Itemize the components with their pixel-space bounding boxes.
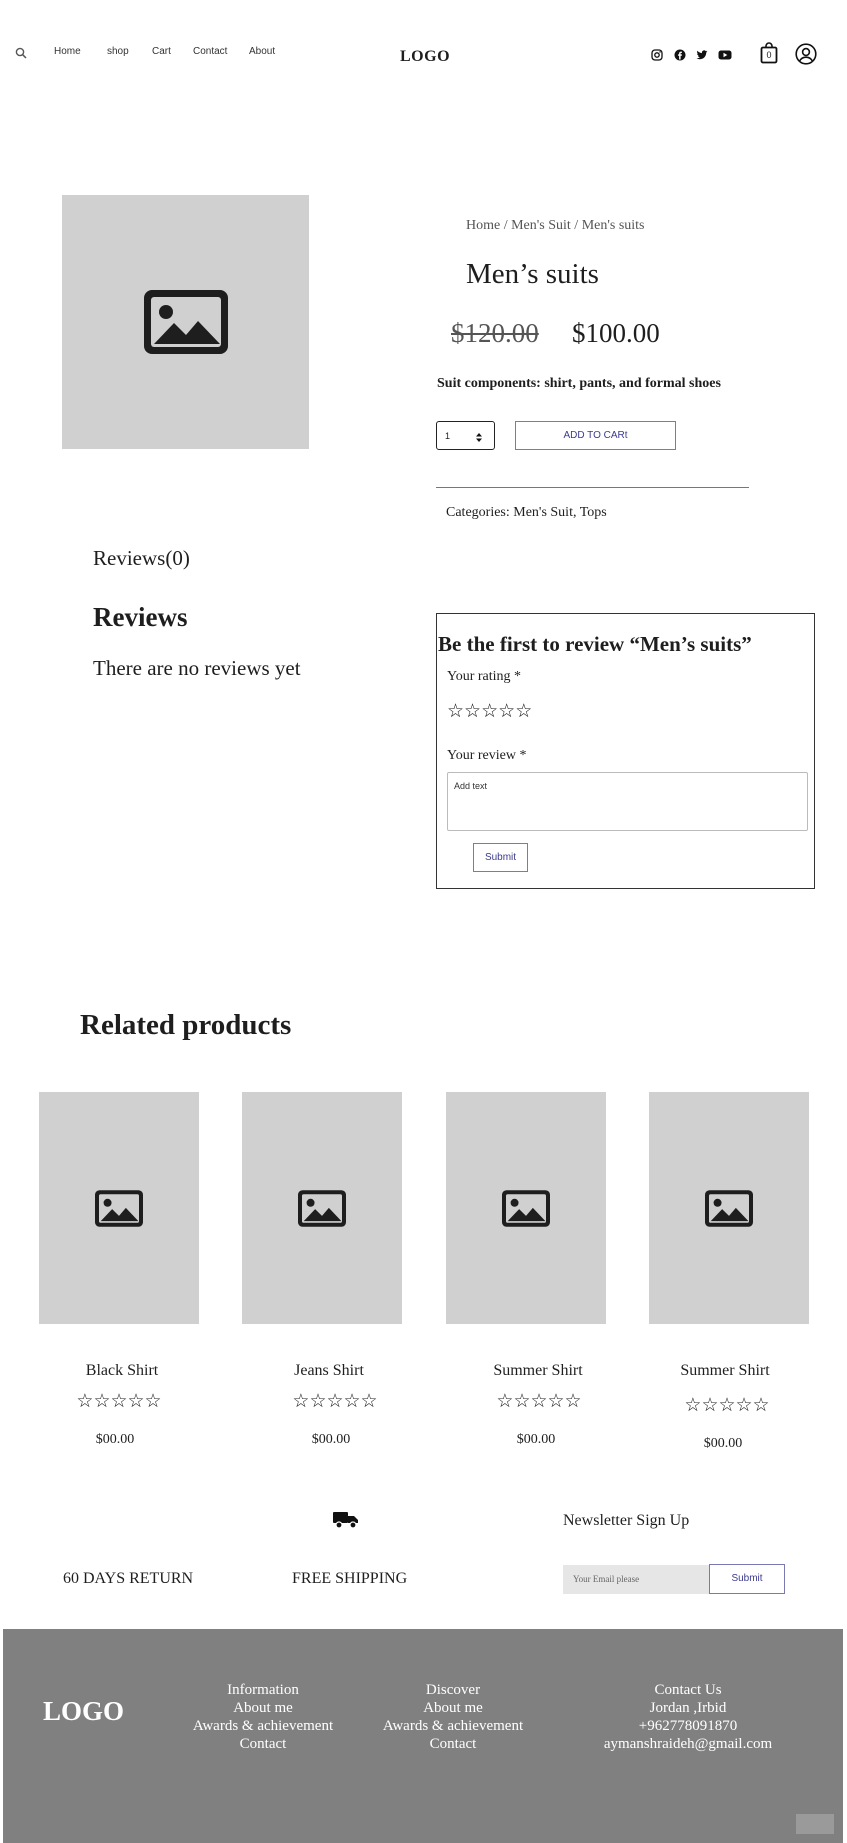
footer-link[interactable]: Information (163, 1681, 363, 1699)
product-card-rating: ☆☆☆☆☆ (684, 1395, 770, 1416)
footer-phone[interactable]: +962778091870 (583, 1717, 793, 1735)
footer-information: Information About me Awards & achievemen… (163, 1681, 363, 1753)
review-submit-button[interactable]: Submit (473, 843, 528, 872)
rating-label: Your rating * (447, 669, 522, 684)
nav-home[interactable]: Home (54, 46, 81, 57)
old-price: $120.00 (451, 318, 539, 348)
star-icon[interactable]: ☆ (464, 701, 481, 722)
star-icon[interactable]: ☆ (447, 701, 464, 722)
truck-icon (332, 1510, 360, 1535)
quantity-stepper[interactable]: 1 (436, 421, 495, 450)
star-icon[interactable]: ☆ (481, 701, 498, 722)
product-description: Suit components: shirt, pants, and forma… (437, 376, 721, 391)
star-icon[interactable]: ☆ (498, 701, 515, 722)
image-placeholder-icon (143, 290, 228, 354)
footer-discover: Discover About me Awards & achievement C… (353, 1681, 553, 1753)
footer-link[interactable]: Discover (353, 1681, 553, 1699)
rating-stars[interactable]: ☆☆☆☆☆ (447, 700, 532, 723)
product-card-image[interactable] (39, 1092, 199, 1324)
user-icon[interactable] (795, 43, 817, 70)
related-heading: Related products (80, 1009, 292, 1041)
image-placeholder-icon (95, 1189, 143, 1227)
instagram-icon[interactable] (651, 48, 663, 61)
divider (436, 487, 749, 488)
product-card-image[interactable] (446, 1092, 606, 1324)
facebook-icon[interactable] (674, 48, 686, 61)
product-card-name[interactable]: Summer Shirt (645, 1362, 805, 1380)
nav-contact[interactable]: Contact (193, 46, 227, 57)
add-to-cart-button[interactable]: ADD TO CARt (515, 421, 676, 450)
feature-shipping: FREE SHIPPING (292, 1570, 408, 1587)
footer-address: Jordan ,Irbid (649, 1700, 727, 1716)
footer-logo[interactable]: LOGO (43, 1696, 124, 1727)
newsletter-title: Newsletter Sign Up (563, 1512, 690, 1529)
footer-link[interactable]: About me (353, 1699, 553, 1717)
product-card-price: $00.00 (311, 1432, 351, 1447)
product-card-name[interactable]: Black Shirt (42, 1362, 202, 1380)
product-card-image[interactable] (649, 1092, 809, 1324)
tab-reviews[interactable]: Reviews(0) (93, 546, 190, 571)
image-placeholder-icon (705, 1189, 753, 1227)
footer-link[interactable]: Awards & achievement (163, 1717, 363, 1735)
product-card-rating: ☆☆☆☆☆ (292, 1391, 378, 1412)
review-form: Be the first to review “Men’s suits” You… (436, 613, 815, 889)
newsletter-submit-button[interactable]: Submit (709, 1564, 785, 1594)
site-logo[interactable]: LOGO (400, 48, 450, 66)
product-card-rating: ☆☆☆☆☆ (76, 1391, 162, 1412)
product-categories[interactable]: Categories: Men's Suit, Tops (446, 505, 607, 521)
footer-link[interactable]: Contact (163, 1735, 363, 1753)
image-placeholder-icon (298, 1189, 346, 1227)
nav-cart[interactable]: Cart (152, 46, 171, 57)
star-icon[interactable]: ☆ (515, 701, 532, 722)
feature-return: 60 DAYS RETURN (63, 1570, 194, 1587)
product-title: Men’s suits (466, 258, 599, 290)
no-reviews-text: There are no reviews yet (93, 656, 301, 680)
youtube-icon[interactable] (718, 48, 732, 60)
product-card-rating: ☆☆☆☆☆ (496, 1391, 582, 1412)
scroll-to-top-button[interactable] (796, 1814, 834, 1834)
footer-link[interactable]: Contact (353, 1735, 553, 1753)
twitter-icon[interactable] (696, 48, 708, 60)
footer-link[interactable]: Awards & achievement (353, 1717, 553, 1735)
product-card-price: $00.00 (703, 1436, 743, 1451)
cart-count: 0 (766, 50, 772, 60)
product-card-price: $00.00 (516, 1432, 556, 1447)
nav-shop[interactable]: shop (107, 46, 129, 57)
image-placeholder-icon (502, 1189, 550, 1227)
review-label: Your review * (447, 748, 527, 763)
footer: LOGO Information About me Awards & achie… (3, 1629, 843, 1843)
cart-icon[interactable]: 0 (760, 42, 778, 64)
footer-email[interactable]: aymanshraideh@gmail.com (583, 1735, 793, 1753)
footer-contact-title: Contact Us (654, 1682, 722, 1698)
current-price: $100.00 (572, 318, 660, 348)
reviews-heading: Reviews (93, 602, 188, 632)
footer-link[interactable]: About me (163, 1699, 363, 1717)
quantity-value: 1 (445, 431, 451, 441)
stepper-arrows-icon[interactable] (475, 430, 483, 448)
breadcrumb[interactable]: Home / Men's Suit / Men's suits (466, 218, 645, 234)
product-card-name[interactable]: Jeans Shirt (249, 1362, 409, 1380)
product-image (62, 195, 309, 449)
nav-about[interactable]: About (249, 46, 275, 57)
product-card-image[interactable] (242, 1092, 402, 1324)
review-textarea[interactable]: Add text (447, 772, 808, 831)
review-form-title: Be the first to review “Men’s suits” (438, 632, 752, 656)
footer-contact: Contact Us Jordan ,Irbid +962778091870 a… (583, 1681, 793, 1753)
product-card-name[interactable]: Summer Shirt (458, 1362, 618, 1380)
product-card-price: $00.00 (95, 1432, 135, 1447)
newsletter-email-input[interactable]: Your Email please (563, 1565, 711, 1594)
search-icon[interactable] (15, 46, 27, 64)
